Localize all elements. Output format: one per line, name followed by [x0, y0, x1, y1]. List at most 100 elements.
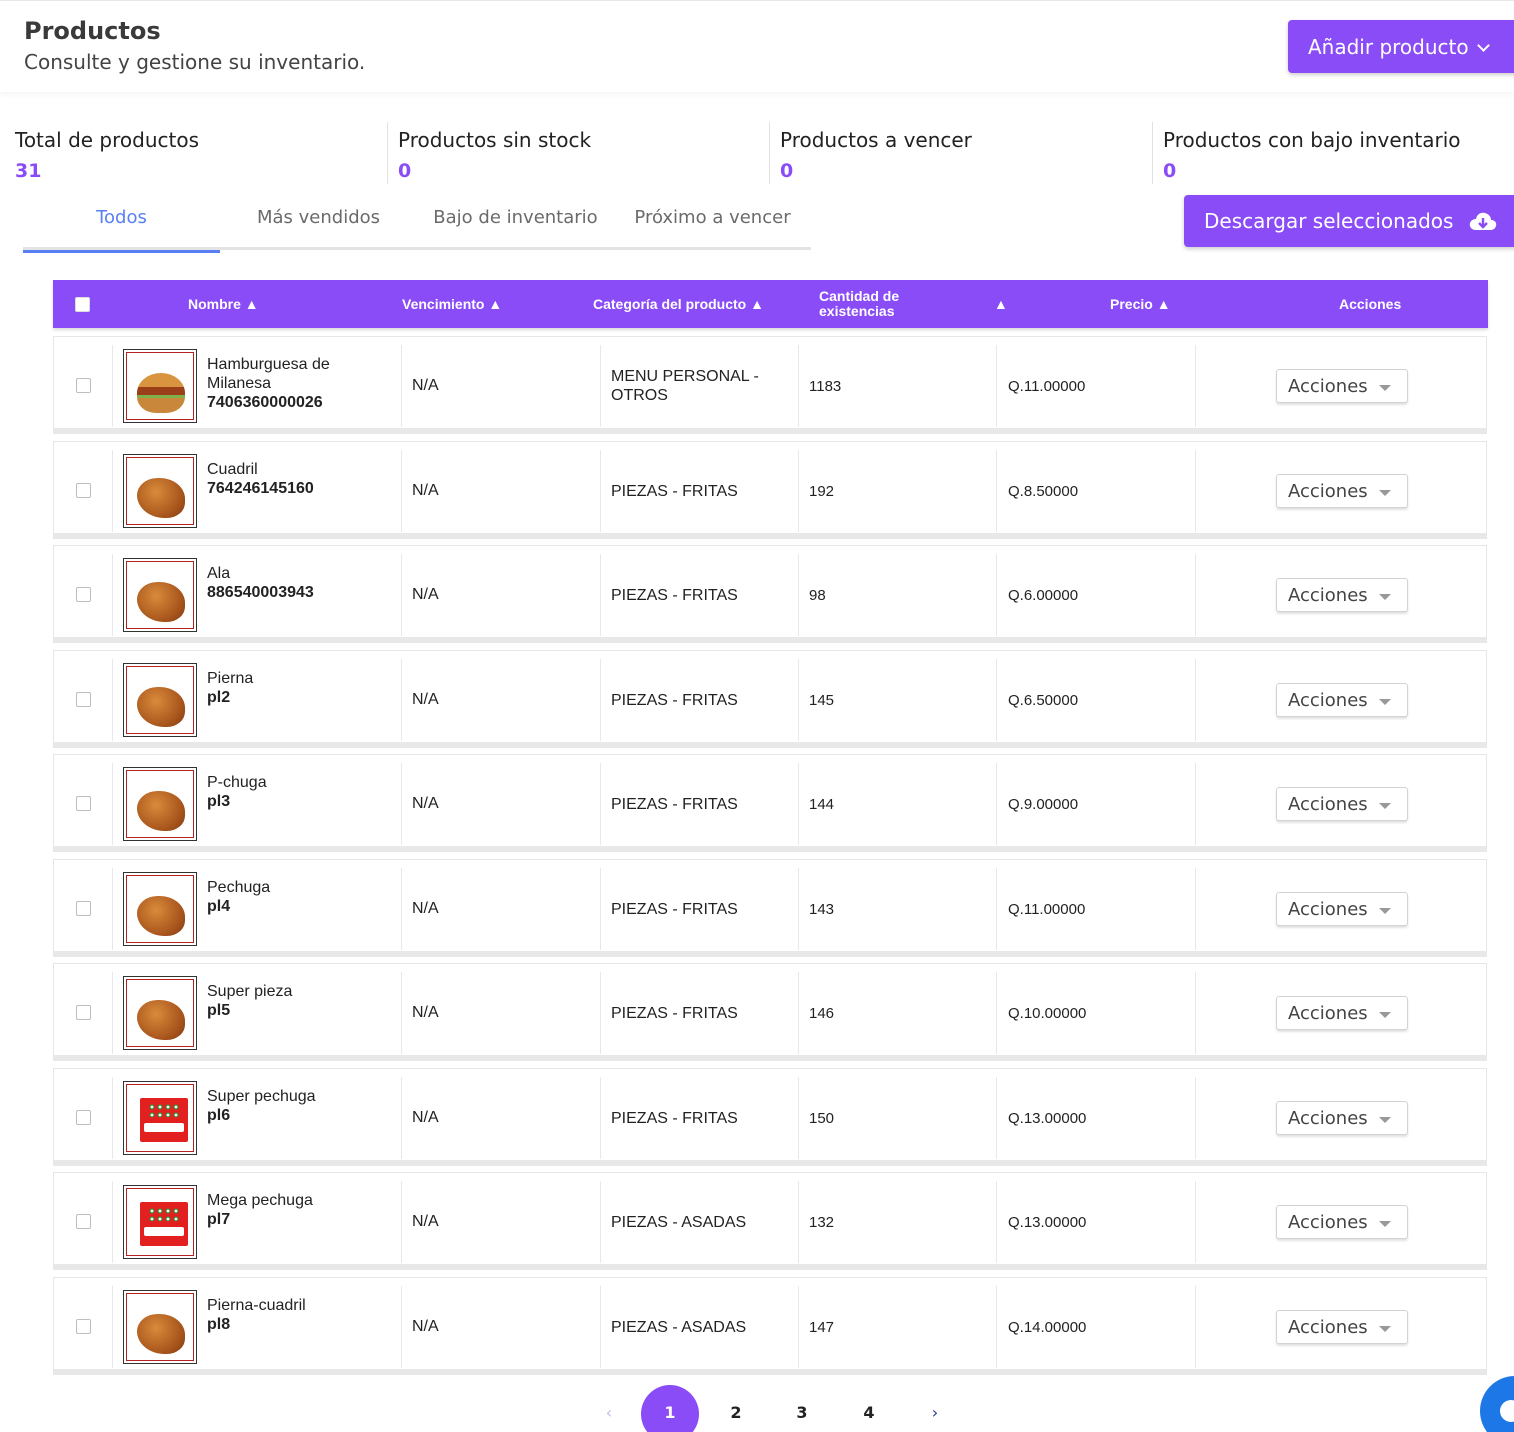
actions-label: Acciones: [1288, 584, 1368, 606]
table-row: P-chuga pl3 N/A PIEZAS - FRITAS 144 Q.9.00000…: [53, 754, 1487, 852]
stock-value: 132: [809, 1213, 835, 1231]
page-button-1[interactable]: 1: [641, 1385, 699, 1432]
actions-dropdown-button[interactable]: Acciones: [1276, 787, 1408, 821]
select-all-checkbox[interactable]: [75, 297, 90, 312]
row-checkbox[interactable]: [76, 901, 91, 916]
actions-dropdown-button[interactable]: Acciones: [1276, 578, 1408, 612]
category-value: PIEZAS - ASADAS: [611, 1318, 747, 1336]
category-value: PIEZAS - ASADAS: [611, 1213, 747, 1231]
row-checkbox[interactable]: [76, 587, 91, 602]
table-row: Ala 886540003943 N/A PIEZAS - FRITAS 98 Q.6.0…: [53, 545, 1487, 643]
stat-expiring: Productos a vencer 0: [769, 122, 1149, 184]
actions-dropdown-button[interactable]: Acciones: [1276, 1310, 1408, 1344]
actions-dropdown-button[interactable]: Acciones: [1276, 1205, 1408, 1239]
chat-widget-button[interactable]: [1480, 1376, 1514, 1432]
stock-value: 147: [809, 1318, 835, 1336]
expiry-value: N/A: [412, 1213, 439, 1230]
row-checkbox[interactable]: [76, 692, 91, 707]
product-code: 886540003943: [207, 584, 314, 601]
price-value: Q.11.00000: [1008, 377, 1086, 395]
pagination: ‹ 1 2 3 4 ›: [580, 1385, 960, 1432]
category-value: PIEZAS - FRITAS: [611, 1109, 738, 1127]
tab-mas-vendidos[interactable]: Más vendidos: [220, 196, 417, 250]
product-name: Super pieza pl5: [207, 982, 397, 1020]
stock-value: 192: [809, 482, 835, 500]
table-row: Pechuga pl4 N/A PIEZAS - FRITAS 143 Q.11.0000…: [53, 859, 1487, 957]
tab-todos[interactable]: Todos: [23, 196, 220, 253]
page-header: Productos Consulte y gestione su inventa…: [0, 0, 1514, 92]
table-row: Super pechuga pl6 N/A PIEZAS - FRITAS 150 Q.1…: [53, 1068, 1487, 1166]
row-checkbox[interactable]: [76, 1319, 91, 1334]
row-checkbox[interactable]: [76, 1110, 91, 1125]
stat-label: Productos sin stock: [398, 128, 592, 152]
tab-bajo-inventario[interactable]: Bajo de inventario: [417, 196, 614, 250]
col-precio[interactable]: Precio ▲: [1110, 280, 1171, 328]
actions-dropdown-button[interactable]: Acciones: [1276, 369, 1408, 403]
actions-dropdown-button[interactable]: Acciones: [1276, 1101, 1408, 1135]
category-value: PIEZAS - FRITAS: [611, 586, 738, 604]
product-name: Pierna pl2: [207, 669, 397, 707]
col-nombre[interactable]: Nombre ▲: [188, 280, 259, 328]
stat-value: 0: [780, 160, 794, 182]
col-acciones: Acciones: [1339, 296, 1402, 312]
actions-dropdown-button[interactable]: Acciones: [1276, 892, 1408, 926]
col-categoria[interactable]: Categoría del producto ▲: [593, 280, 764, 328]
product-code: pl3: [207, 793, 231, 810]
download-selected-button[interactable]: Descargar seleccionados: [1184, 195, 1514, 247]
row-checkbox[interactable]: [76, 483, 91, 498]
product-name: Pechuga pl4: [207, 878, 397, 916]
category-value: PIEZAS - FRITAS: [611, 900, 738, 918]
tab-proximo-vencer[interactable]: Próximo a vencer: [614, 196, 811, 250]
actions-dropdown-button[interactable]: Acciones: [1276, 474, 1408, 508]
stat-value: 31: [15, 160, 42, 182]
next-page-button[interactable]: ›: [906, 1385, 964, 1432]
row-checkbox[interactable]: [76, 796, 91, 811]
price-value: Q.6.50000: [1008, 691, 1079, 709]
caret-down-icon: [1379, 803, 1391, 809]
page-button-2[interactable]: 2: [707, 1385, 765, 1432]
stock-value: 144: [809, 795, 835, 813]
stat-label: Productos a vencer: [780, 128, 972, 152]
caret-down-icon: [1379, 1012, 1391, 1018]
col-vencimiento[interactable]: Vencimiento ▲: [402, 280, 502, 328]
actions-label: Acciones: [1288, 375, 1368, 397]
caret-down-icon: [1379, 1326, 1391, 1332]
stock-value: 145: [809, 691, 835, 709]
product-name-text: Pechuga: [207, 879, 271, 896]
filter-tabs: Todos Más vendidos Bajo de inventario Pr…: [23, 196, 811, 253]
product-name: Ala 886540003943: [207, 564, 397, 602]
caret-down-icon: [1379, 908, 1391, 914]
stat-value: 0: [1163, 160, 1177, 182]
stock-value: 98: [809, 586, 826, 604]
expiry-value: N/A: [412, 795, 439, 812]
price-value: Q.11.00000: [1008, 900, 1086, 918]
stat-value: 0: [398, 160, 412, 182]
product-code: pl8: [207, 1316, 231, 1333]
page-button-3[interactable]: 3: [773, 1385, 831, 1432]
stat-low-inventory: Productos con bajo inventario 0: [1152, 122, 1512, 184]
stock-cell: [799, 554, 997, 636]
stat-label: Productos con bajo inventario: [1163, 128, 1461, 152]
actions-dropdown-button[interactable]: Acciones: [1276, 996, 1408, 1030]
actions-label: Acciones: [1288, 689, 1368, 711]
page-subtitle: Consulte y gestione su inventario.: [24, 50, 366, 74]
caret-down-icon: [1379, 1221, 1391, 1227]
category-value: PIEZAS - FRITAS: [611, 795, 738, 813]
add-product-button[interactable]: Añadir producto: [1288, 20, 1514, 73]
row-checkbox[interactable]: [76, 1005, 91, 1020]
table-row: Pierna pl2 N/A PIEZAS - FRITAS 145 Q.6.50000 A…: [53, 650, 1487, 748]
prev-page-button[interactable]: ‹: [580, 1385, 638, 1432]
page-button-4[interactable]: 4: [840, 1385, 898, 1432]
price-value: Q.8.50000: [1008, 482, 1079, 500]
table-row: Super pieza pl5 N/A PIEZAS - FRITAS 146 Q.10.…: [53, 963, 1487, 1061]
actions-dropdown-button[interactable]: Acciones: [1276, 683, 1408, 717]
row-checkbox[interactable]: [76, 1214, 91, 1229]
stat-label: Total de productos: [15, 128, 200, 152]
table-row: Mega pechuga pl7 N/A PIEZAS - ASADAS 132 Q.13…: [53, 1172, 1487, 1270]
row-checkbox[interactable]: [76, 378, 91, 393]
col-cantidad[interactable]: Cantidad de existencias: [819, 280, 939, 328]
expiry-value: N/A: [412, 900, 439, 917]
expiry-value: N/A: [412, 1109, 439, 1126]
actions-label: Acciones: [1288, 480, 1368, 502]
col-cantidad-sort[interactable]: ▲: [994, 280, 1008, 328]
